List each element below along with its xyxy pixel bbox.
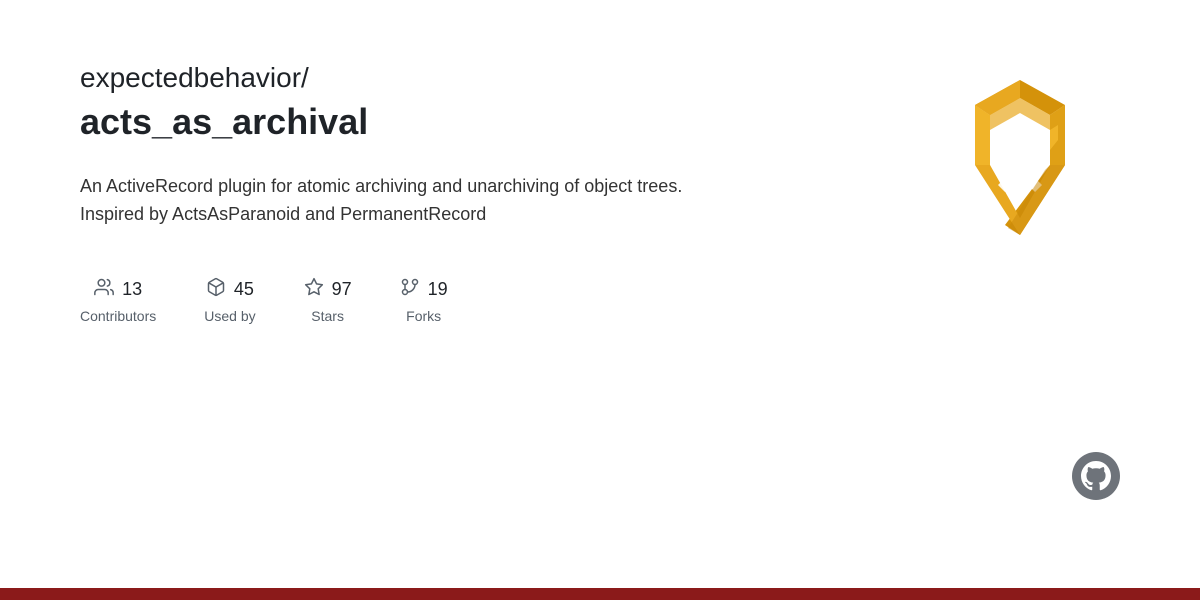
- github-logo-icon: [1081, 461, 1111, 491]
- github-avatar[interactable]: [1072, 452, 1120, 500]
- repo-description: An ActiveRecord plugin for atomic archiv…: [80, 172, 700, 230]
- stars-label: Stars: [311, 308, 344, 324]
- stat-stars: 97 Stars: [304, 277, 352, 324]
- left-content: expectedbehavior/ acts_as_archival An Ac…: [80, 60, 760, 324]
- used-by-count: 45: [234, 279, 254, 300]
- stars-count: 97: [332, 279, 352, 300]
- stats-row: 13 Contributors 45 Used by: [80, 277, 760, 324]
- used-by-label: Used by: [204, 308, 255, 324]
- forks-icon: [400, 277, 420, 302]
- bottom-bar: [0, 588, 1200, 600]
- stat-contributors: 13 Contributors: [80, 277, 156, 324]
- right-content: [920, 60, 1120, 270]
- github-icon-container[interactable]: [1072, 452, 1120, 500]
- repo-name: acts_as_archival: [80, 100, 760, 143]
- forks-count: 19: [428, 279, 448, 300]
- stars-icon: [304, 277, 324, 302]
- hex-logo: [920, 70, 1120, 270]
- contributors-count: 13: [122, 279, 142, 300]
- repo-owner: expectedbehavior/: [80, 60, 760, 96]
- forks-label: Forks: [406, 308, 441, 324]
- contributors-icon: [94, 277, 114, 302]
- stat-used-by: 45 Used by: [204, 277, 255, 324]
- used-by-icon: [206, 277, 226, 302]
- stat-forks: 19 Forks: [400, 277, 448, 324]
- main-container: expectedbehavior/ acts_as_archival An Ac…: [0, 0, 1200, 324]
- contributors-label: Contributors: [80, 308, 156, 324]
